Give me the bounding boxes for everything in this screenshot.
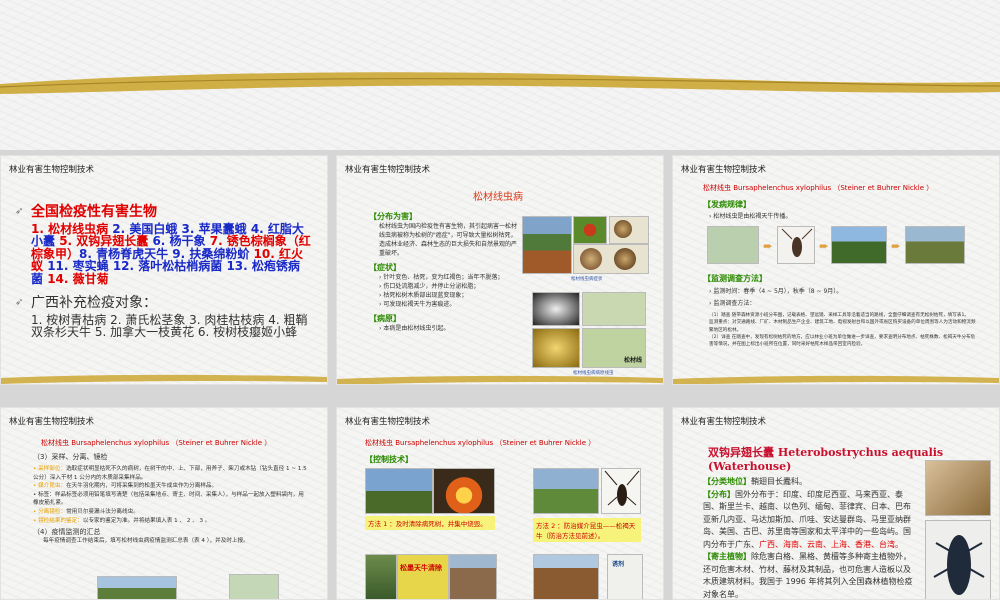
sawyer-beetle-photo xyxy=(601,468,641,514)
quarantine-item: 12. 落叶松枯梢病菌 xyxy=(112,259,227,273)
quarantine-heading: ➶ 全国检疫性有害生物 xyxy=(15,204,157,220)
sampling-list: • 采样部位：选取症状明显枯死不久的病树，在树干的中、上、下部，用斧子、柴刀或木… xyxy=(33,465,308,545)
slide-header: 林业有害生物控制技术 xyxy=(9,165,95,175)
nematode-photo xyxy=(707,226,759,264)
burning-forest-photo xyxy=(365,468,433,514)
guangxi-heading: ➶ 广西补充检疫对象： xyxy=(15,295,157,311)
section-heading: 【监测调查方法】 xyxy=(703,274,767,283)
arrow-right-icon: ➨ xyxy=(819,239,830,253)
nematode-photo xyxy=(229,574,279,599)
nematode-micro-1 xyxy=(532,292,580,326)
arrow-right-icon: ➨ xyxy=(891,239,902,253)
slide-thumbnail-pine-wilt[interactable]: 林业有害生物控制技术 松材线虫病 【分布为害】 松材线虫为国内检疫性有害生物，其… xyxy=(336,155,664,385)
slide-thumbnail-monitoring[interactable]: 林业有害生物控制技术 松材线虫 Bursaphelenchus xylophil… xyxy=(672,155,1000,385)
slide-header: 林业有害生物控制技术 xyxy=(345,417,431,427)
gold-band xyxy=(1,374,327,384)
sampling-item: • 分离镜检：常用贝尔曼漏斗法分离线虫。 xyxy=(33,508,139,515)
section-heading: 【分布为害】 xyxy=(369,212,417,221)
sign-text: 松墨天牛清除 xyxy=(400,564,442,572)
fire-photo xyxy=(433,468,495,514)
title-slide-thumbnail[interactable] xyxy=(0,0,1000,150)
section-heading: （3）采样、分离、镜检 xyxy=(33,453,108,461)
symptom-item: › 伤口处流脂减少，并停止分泌松脂； xyxy=(379,283,480,290)
forest-photo xyxy=(522,216,572,274)
sampling-item: • 镜检结果的鉴定：以专家的鉴定为准。并将结果填入表 1 、 2 、 3 。 xyxy=(33,517,211,524)
bullet-arrow-icon: ➶ xyxy=(15,297,24,308)
dead-forest-photo xyxy=(905,226,965,264)
slide-thumbnail-control[interactable]: 林业有害生物控制技术 松材线虫 Bursaphelenchus xylophil… xyxy=(336,407,664,600)
section-heading: （4）疫情监测的汇总 xyxy=(33,528,101,537)
sampling-item: • 采样部位：选取症状明显枯死不久的病树，在树干的中、上、下部，用斧子、柴刀或木… xyxy=(33,466,307,481)
symptom-item: › 针叶变色、枯死，变为红褐色；当年不脱落； xyxy=(379,274,504,281)
bullet-item: › 监测时间：春季（4 ~ 5月），秋季（8 ~ 9月）。 xyxy=(709,288,843,295)
paragraph: › 本病是由松材线虫引起。 xyxy=(379,325,450,332)
nematode-micro-2 xyxy=(582,292,646,326)
bullet-arrow-icon: ➶ xyxy=(15,206,24,217)
slide-thumbnail-powderpost-beetle[interactable]: 林业有害生物控制技术 双钩异翅长蠹 Heterobostrychus aequa… xyxy=(672,407,1000,600)
slide-thumbnail-quarantine-list[interactable]: 林业有害生物控制技术 ➶ 全国检疫性有害生物 1. 松材线虫病 2. 美国白蛾 … xyxy=(0,155,328,385)
bullet-item: › 监测调查方法： xyxy=(709,300,756,307)
slide-title: 松材线虫 Bursaphelenchus xylophilus （Steiner… xyxy=(41,439,272,447)
slide-header: 林业有害生物控制技术 xyxy=(681,417,767,427)
section-heading: 【控制技术】 xyxy=(365,455,413,464)
slide-header: 林业有害生物控制技术 xyxy=(681,165,767,175)
sampling-item: • 标签：样品标签必须用铅笔填写清楚（包括采集地点、寄主、时间、采集人），与样品… xyxy=(33,491,304,507)
village-photo xyxy=(449,554,497,599)
photo-caption: 松材线虫病症状 xyxy=(571,277,603,282)
gold-band xyxy=(337,375,663,384)
slide-title: 松材线虫 Bursaphelenchus xylophilus （Steiner… xyxy=(365,439,596,447)
sign-photo: 松墨天牛清除 xyxy=(397,554,449,599)
slide-thumbnail-sampling[interactable]: 林业有害生物控制技术 松材线虫 Bursaphelenchus xylophil… xyxy=(0,407,328,600)
quarantine-item: 14. 薇甘菊 xyxy=(47,271,109,286)
quarantine-list: 1. 松材线虫病 2. 美国白蛾 3. 苹果蠹蛾 4. 红脂大小蠹 5. 双钩异… xyxy=(31,222,311,286)
worker-photo xyxy=(365,554,397,599)
section-heading: 【发病规律】 xyxy=(703,200,751,209)
beetle-specimen-photo xyxy=(925,520,991,599)
paragraph: 松材线虫为国内检疫性有害生物，其引起病害一松材线虫病被称为松树的"癌症"，可导致… xyxy=(379,223,518,257)
slide-header: 林业有害生物控制技术 xyxy=(9,417,95,427)
trap-photo: 诱剂 xyxy=(607,554,643,599)
trap-label: 诱剂 xyxy=(612,561,625,568)
slide-title: 松材线虫 Bursaphelenchus xylophilus （Steiner… xyxy=(703,184,934,192)
cross-section-photo xyxy=(609,216,649,244)
method-text: （1）踏查 随带森林资源小班分布图，记载表格、望远镜、采样工具等沿着适当的路线，… xyxy=(709,313,976,348)
section-heading: 【症状】 xyxy=(369,263,401,272)
photo-label: 松材线 xyxy=(623,357,642,364)
branch-photo xyxy=(573,216,607,244)
gold-swoosh xyxy=(0,72,1000,94)
beetle-photo xyxy=(777,226,815,264)
wood-damage-photo xyxy=(925,460,991,516)
wood-section-photo xyxy=(573,244,649,274)
gold-band xyxy=(673,375,999,384)
sampling-item: • 媒介昆虫：在天牛羽化期内，可将采集到的松墨天牛成虫作为分离样品。 xyxy=(33,483,218,490)
arrow-right-icon: ➨ xyxy=(763,239,774,253)
nematode-micro-4: 松材线 xyxy=(582,328,646,368)
nematode-micro-3 xyxy=(532,328,580,368)
paragraph: 每年疫情调查工作结束后，填写松材线虫病疫情监测汇总表（表 4 ），并及时上报。 xyxy=(43,537,249,544)
slide-title: 松材线虫病 xyxy=(473,192,523,203)
symptom-item: › 可发现松褐天牛为害痕迹。 xyxy=(379,301,456,308)
guangxi-list: 1. 桉树青枯病 2. 萧氏松茎象 3. 肉桂枯枝病 4. 粗鞘双条杉天牛 5.… xyxy=(31,312,308,339)
pine-forest-photo xyxy=(831,226,887,264)
slide-header: 林业有害生物控制技术 xyxy=(345,165,431,175)
tree-photo xyxy=(97,576,177,599)
beetle-description: 【分类地位】鞘翅目长蠹科。 【分布】国外分布于：印度、印度尼西亚、马来西亚、泰国… xyxy=(703,477,913,599)
paragraph: › 松材线虫是由松褐天牛传播。 xyxy=(709,213,792,220)
method-2-box: 方法 2 ：防治媒介昆虫——松褐天牛（防治方法见前述）。 xyxy=(533,518,641,542)
logs-photo xyxy=(533,554,599,599)
symptom-item: › 枯死松树木质部出现蓝变现象； xyxy=(379,292,468,299)
method-1-box: 方法 1 ：及时清除病死树，并集中烧毁。 xyxy=(365,516,495,530)
section-heading: 【病原】 xyxy=(369,314,401,323)
spraying-photo xyxy=(533,468,599,514)
